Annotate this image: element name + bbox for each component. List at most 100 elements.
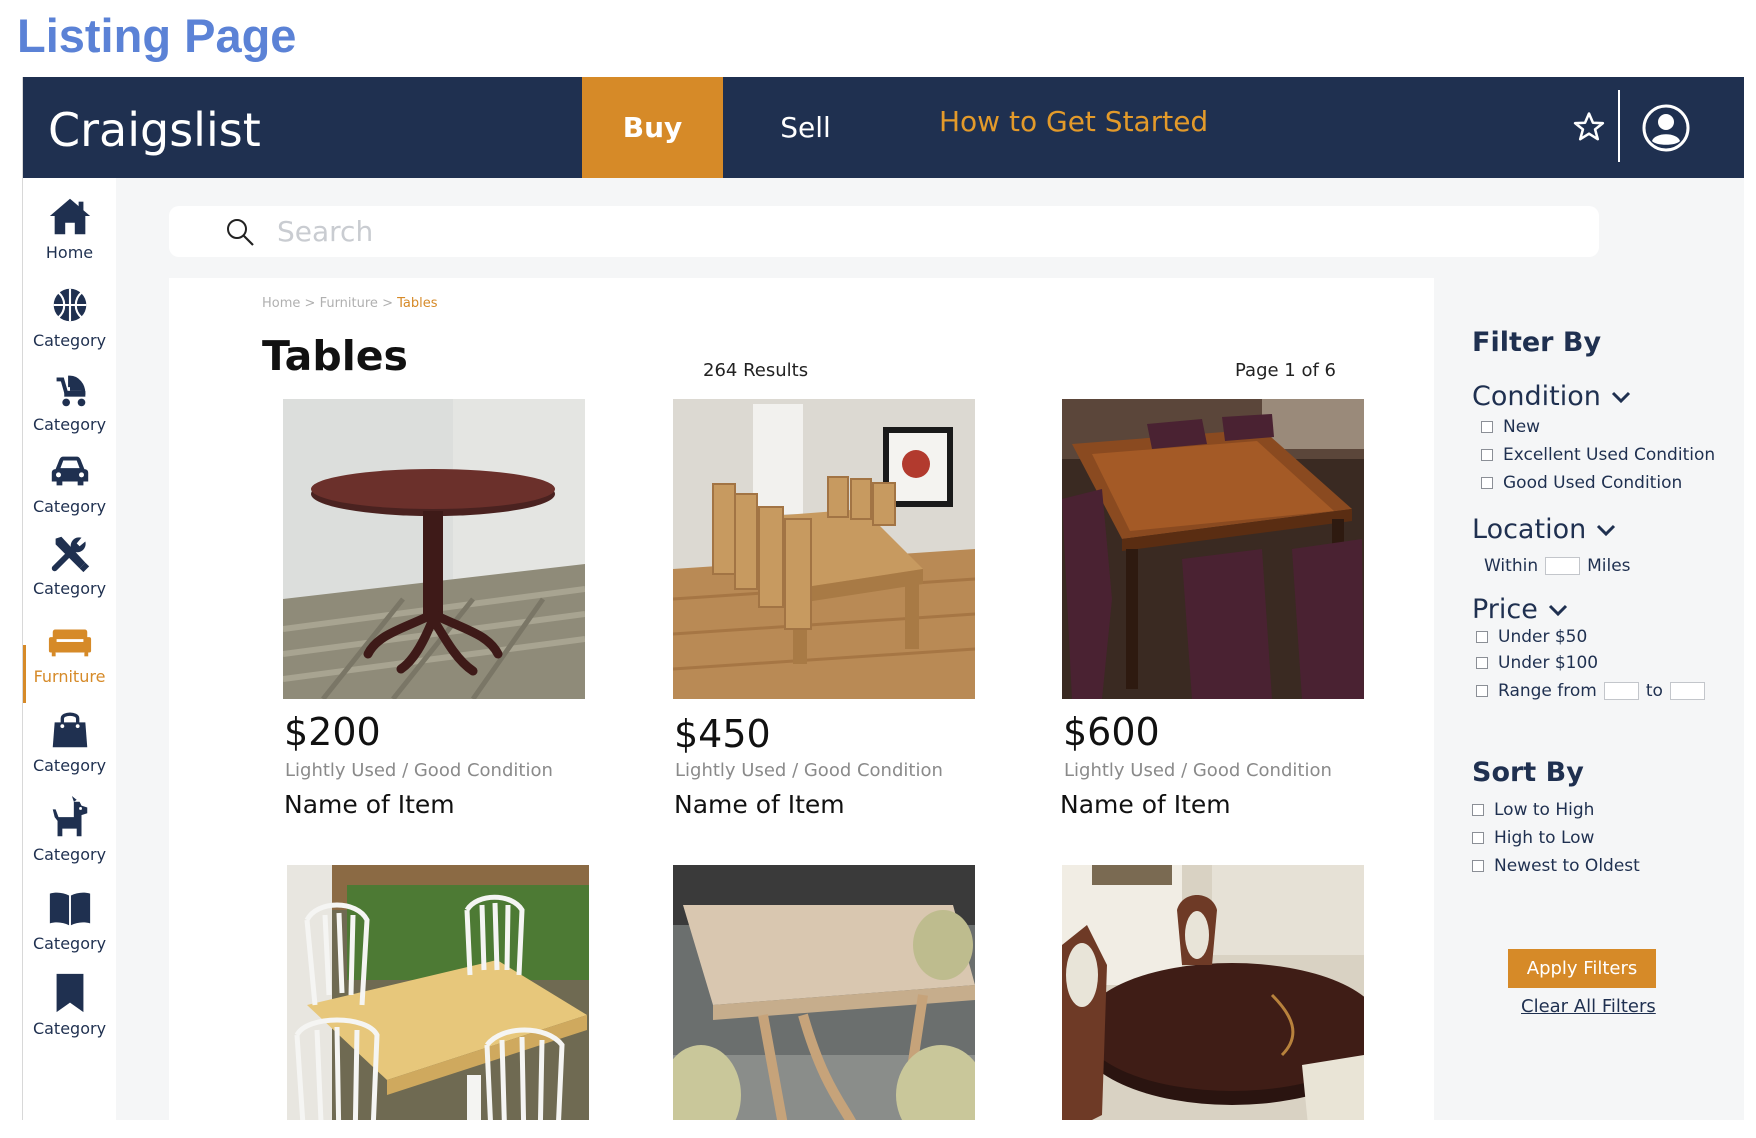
listing-condition: Lightly Used / Good Condition — [1064, 760, 1332, 781]
listing-photo[interactable] — [1062, 399, 1364, 699]
option-label: Good Used Condition — [1503, 473, 1683, 493]
favorite-star-icon[interactable] — [1030, 875, 1052, 897]
clear-all-filters-link[interactable]: Clear All Filters — [1521, 996, 1656, 1017]
nav-sell-tab[interactable]: Sell — [723, 77, 888, 178]
condition-filter-toggle[interactable]: Condition — [1472, 381, 1631, 412]
category-sidebar: Home Category Category Category Category… — [23, 178, 116, 1120]
pagination-info: Page 1 of 6 — [1235, 360, 1336, 381]
condition-option-excellent[interactable]: Excellent Used Condition — [1481, 445, 1715, 465]
filter-by-heading: Filter By — [1472, 327, 1602, 358]
within-label: Within — [1484, 556, 1539, 576]
price-option-under-50[interactable]: Under $50 — [1476, 627, 1587, 647]
checkbox[interactable] — [1481, 449, 1493, 461]
sidebar-item-category-vehicles[interactable]: Category — [23, 448, 116, 528]
location-filter-toggle[interactable]: Location — [1472, 514, 1616, 545]
favorite-star-icon[interactable] — [641, 409, 663, 431]
breadcrumb-current: Tables — [397, 296, 438, 311]
sort-option-low-to-high[interactable]: Low to High — [1472, 800, 1594, 820]
favorite-star-icon[interactable] — [1030, 409, 1052, 431]
breadcrumb-home[interactable]: Home — [262, 296, 300, 311]
book-icon — [49, 892, 90, 926]
favorite-star-icon[interactable] — [255, 875, 277, 897]
sidebar-item-category-bookmarks[interactable]: Category — [23, 970, 116, 1050]
wooden-dining-table-photo — [673, 399, 975, 699]
checkbox[interactable] — [1476, 657, 1488, 669]
checkbox[interactable] — [1476, 631, 1488, 643]
listing-photo[interactable] — [283, 399, 585, 699]
condition-option-new[interactable]: New — [1481, 417, 1540, 437]
listing-price: $600 — [1063, 710, 1160, 754]
option-label: Low to High — [1494, 800, 1595, 820]
nav-how-to-get-started-link[interactable]: How to Get Started — [939, 105, 1208, 138]
listing-condition: Lightly Used / Good Condition — [285, 760, 553, 781]
checkbox[interactable] — [1472, 832, 1484, 844]
sidebar-item-label: Category — [32, 415, 107, 434]
listing-price: $200 — [284, 710, 381, 754]
breadcrumb-furniture[interactable]: Furniture — [320, 296, 378, 311]
favorites-star-icon[interactable] — [1572, 110, 1606, 144]
search-input[interactable] — [277, 212, 1477, 250]
breadcrumb-separator: > — [300, 296, 320, 311]
sidebar-item-category-tools[interactable]: Category — [23, 530, 116, 610]
listing-photo[interactable] — [1062, 865, 1364, 1120]
breadcrumb: Home > Furniture > Tables — [262, 296, 438, 311]
apply-filters-button[interactable]: Apply Filters — [1508, 949, 1656, 988]
listing-photo[interactable] — [673, 399, 975, 699]
page-title: Tables — [262, 332, 408, 380]
sidebar-item-category-shopping[interactable]: Category — [23, 707, 116, 787]
price-min-input[interactable] — [1603, 682, 1639, 700]
sidebar-item-home[interactable]: Home — [23, 194, 116, 274]
sort-option-high-to-low[interactable]: High to Low — [1472, 828, 1594, 848]
checkbox[interactable] — [1481, 477, 1493, 489]
sidebar-item-label: Category — [32, 331, 107, 350]
checkbox[interactable] — [1472, 804, 1484, 816]
brand-logo[interactable]: Craigslist — [48, 103, 261, 157]
sidebar-item-label: Category — [32, 1019, 107, 1038]
sidebar-item-category-baby[interactable]: Category — [23, 366, 116, 446]
ornate-oval-table-photo — [1062, 865, 1364, 1120]
checkbox[interactable] — [1481, 421, 1493, 433]
nav-buy-tab[interactable]: Buy — [582, 77, 723, 178]
sidebar-item-label: Category — [32, 934, 107, 953]
price-range-row: Range from to — [1476, 681, 1712, 701]
listing-photo[interactable] — [287, 865, 589, 1120]
listing-condition: Lightly Used / Good Condition — [675, 760, 943, 781]
stroller-icon — [56, 375, 85, 407]
option-label: Under $50 — [1498, 627, 1588, 647]
listing-name[interactable]: Name of Item — [674, 790, 845, 819]
condition-option-good[interactable]: Good Used Condition — [1481, 473, 1682, 493]
listing-name[interactable]: Name of Item — [1060, 790, 1231, 819]
sidebar-item-furniture[interactable]: Furniture — [23, 618, 116, 698]
round-pedestal-table-photo — [283, 399, 585, 699]
price-option-under-100[interactable]: Under $100 — [1476, 653, 1598, 673]
listing-name[interactable]: Name of Item — [284, 790, 455, 819]
sidebar-item-label: Home — [45, 243, 94, 262]
miles-label: Miles — [1587, 556, 1631, 576]
dog-icon — [52, 796, 87, 837]
header-divider — [1618, 90, 1620, 162]
sidebar-item-label: Furniture — [33, 667, 106, 686]
sidebar-item-label: Category — [32, 497, 107, 516]
price-filter-toggle[interactable]: Price — [1472, 594, 1568, 625]
listing-photo[interactable] — [673, 865, 975, 1120]
dark-wood-table-photo — [1062, 399, 1364, 699]
checkbox[interactable] — [1476, 685, 1488, 697]
checkbox[interactable] — [1472, 860, 1484, 872]
miles-input[interactable] — [1545, 557, 1581, 575]
favorite-star-icon[interactable] — [641, 875, 663, 897]
results-count: 264 Results — [703, 360, 809, 381]
sofa-icon — [48, 629, 91, 657]
option-label: Newest to Oldest — [1494, 856, 1640, 876]
sidebar-item-category-books[interactable]: Category — [23, 885, 116, 965]
sort-by-heading: Sort By — [1472, 757, 1584, 788]
user-account-icon[interactable] — [1641, 103, 1691, 153]
option-label: Excellent Used Condition — [1503, 445, 1716, 465]
listing-price: $450 — [674, 712, 771, 756]
shopping-bag-icon — [52, 712, 87, 748]
range-from-label: Range from — [1498, 681, 1597, 701]
search-icon[interactable] — [225, 217, 255, 247]
sidebar-item-category-pets[interactable]: Category — [23, 796, 116, 876]
price-max-input[interactable] — [1669, 682, 1705, 700]
sidebar-item-category-sports[interactable]: Category — [23, 282, 116, 362]
sort-option-newest[interactable]: Newest to Oldest — [1472, 856, 1640, 876]
